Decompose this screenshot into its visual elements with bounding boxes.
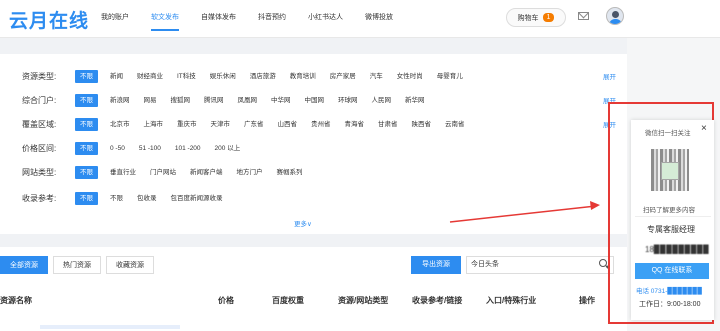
- working-hours: 工作日：9:00-18:00: [639, 301, 701, 308]
- divider: [635, 216, 711, 217]
- manager-phone: 18▉▉▉▉▉▉▉▉▉: [645, 245, 710, 254]
- arrow-line: [449, 205, 597, 223]
- popup-title: 微信扫一扫关注: [645, 130, 691, 137]
- qr-code-image: [651, 149, 689, 191]
- manager-title: 专属客服经理: [647, 225, 695, 234]
- qq-contact-button[interactable]: QQ 在线联系: [635, 263, 709, 279]
- close-icon[interactable]: ×: [701, 123, 707, 134]
- scan-text: 扫码了解更多内容: [643, 207, 695, 214]
- arrow-head: [590, 201, 600, 210]
- contact-popup: 微信扫一扫关注 × 扫码了解更多内容 专属客服经理 18▉▉▉▉▉▉▉▉▉ QQ…: [631, 120, 714, 320]
- telephone: 电话 0731-▉▉▉▉▉▉▉: [636, 288, 703, 295]
